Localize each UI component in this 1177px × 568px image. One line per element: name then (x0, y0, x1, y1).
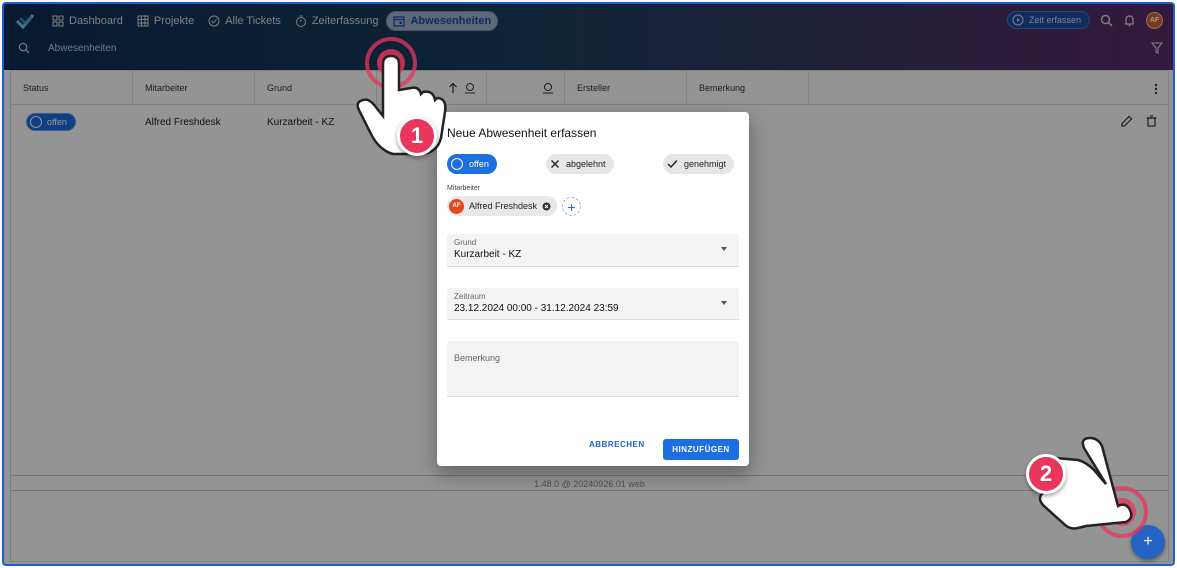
dropdown-arrow-icon (721, 247, 727, 251)
new-absence-dialog: Neue Abwesenheit erfassen offen abgelehn… (437, 112, 749, 466)
grund-select[interactable]: Grund Kurzarbeit - KZ (447, 234, 739, 267)
status-option-genehmigt[interactable]: genehmigt (663, 154, 735, 174)
bemerkung-textarea[interactable]: Bemerkung (447, 341, 739, 397)
dropdown-arrow-icon (721, 301, 727, 305)
employee-label: Mitarbeiter (447, 185, 481, 192)
zeitraum-select[interactable]: Zeitraum 23.12.2024 00:00 - 31.12.2024 2… (447, 288, 739, 320)
tutorial-hand-pointer-icon (1036, 436, 1148, 538)
callout-badge-2: 2 (1026, 454, 1066, 494)
employee-name: Alfred Freshdesk (469, 201, 538, 211)
status-option-abgelehnt[interactable]: abgelehnt (546, 154, 614, 174)
grund-value: Kurzarbeit - KZ (454, 249, 522, 260)
zeitraum-value: 23.12.2024 00:00 - 31.12.2024 23:59 (454, 303, 619, 314)
dialog-title: Neue Abwesenheit erfassen (447, 126, 597, 140)
app-window: Dashboard Projekte Alle Tickets Zeiterfa… (2, 2, 1175, 566)
add-employee-button[interactable]: + (562, 197, 581, 216)
avatar: AF (449, 198, 464, 214)
callout-badge-1: 1 (397, 116, 437, 156)
check-icon (667, 160, 678, 169)
add-button[interactable]: HINZUFÜGEN (663, 439, 739, 460)
remove-circle-icon[interactable] (542, 202, 551, 211)
cancel-button[interactable]: ABBRECHEN (589, 440, 645, 449)
employee-chip[interactable]: AF Alfred Freshdesk (447, 196, 558, 216)
close-x-icon (551, 160, 559, 168)
plus-icon: + (567, 198, 576, 215)
status-selector: offen abgelehnt genehmigt (447, 154, 739, 174)
